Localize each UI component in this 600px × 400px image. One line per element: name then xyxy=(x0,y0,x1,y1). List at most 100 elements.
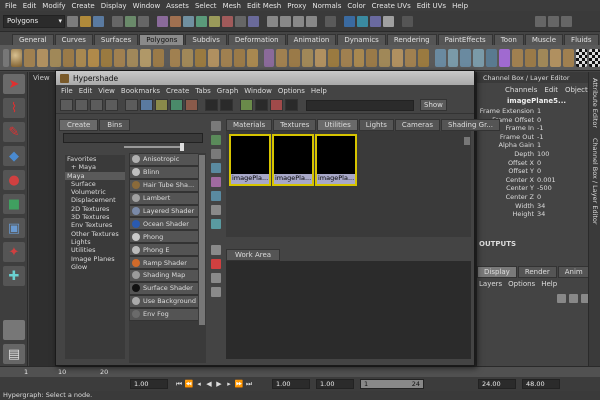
channel-attribute-row[interactable]: Center Y -500 xyxy=(477,184,588,193)
render-swatch-icon[interactable] xyxy=(270,99,283,111)
channel-attribute-value[interactable]: 0 xyxy=(537,159,541,168)
tab-icon-9[interactable] xyxy=(211,245,221,255)
scale-tool-icon[interactable]: ■ xyxy=(3,194,25,214)
checker-icon[interactable] xyxy=(576,48,588,67)
show-both-tabs-icon[interactable] xyxy=(105,99,118,111)
separate-icon[interactable] xyxy=(182,48,194,67)
input-connections-icon[interactable] xyxy=(170,99,183,111)
extrude-icon[interactable] xyxy=(276,48,288,67)
poly-platonic-icon[interactable] xyxy=(152,48,164,67)
hypershade-tab-lights[interactable]: Lights xyxy=(358,119,394,131)
hypershade-menu-tabs[interactable]: Tabs xyxy=(195,87,211,95)
move-layer-up-icon[interactable] xyxy=(557,294,566,303)
create-tab-bins[interactable]: Bins xyxy=(99,119,131,131)
select-hierarchy-icon[interactable] xyxy=(112,15,123,27)
hypershade-icon[interactable] xyxy=(383,15,394,27)
layer-tab-display[interactable]: Display xyxy=(477,266,517,278)
tab-icon-6[interactable] xyxy=(211,191,221,201)
split-slider-knob[interactable] xyxy=(180,143,184,151)
uv-editor-icon[interactable] xyxy=(486,48,497,67)
channel-box-menu-channels[interactable]: Channels xyxy=(505,86,537,94)
main-menu-item-edit-mesh[interactable]: Edit Mesh xyxy=(244,2,284,10)
main-menu-item-create[interactable]: Create xyxy=(68,2,97,10)
shelf-tab-general[interactable]: General xyxy=(12,34,54,45)
tree-item[interactable]: Env Textures xyxy=(65,221,125,229)
layer-tab-render[interactable]: Render xyxy=(517,266,557,278)
show-manipulator-icon[interactable]: ✚ xyxy=(3,266,25,286)
poly-plane-icon[interactable] xyxy=(62,48,74,67)
open-scene-icon[interactable] xyxy=(80,15,91,27)
mirror-icon[interactable] xyxy=(263,48,275,67)
select-object-icon[interactable] xyxy=(125,15,136,27)
mask-curves-icon[interactable] xyxy=(183,15,194,27)
hypershade-menu-window[interactable]: Window xyxy=(244,87,272,95)
channel-attribute-value[interactable]: 0 xyxy=(537,116,541,125)
image-plane-swatch[interactable]: imagePla... xyxy=(272,134,314,186)
swatch-options-icon[interactable] xyxy=(285,99,298,111)
channel-attribute-value[interactable]: 100 xyxy=(537,150,549,159)
inner-start-field[interactable]: 1.00 xyxy=(272,379,310,389)
poly-torus-icon[interactable] xyxy=(75,48,87,67)
step-forward-frame-icon[interactable]: ▸ xyxy=(224,379,234,389)
lasso-tool-icon[interactable]: ⌇ xyxy=(3,98,25,118)
tree-item[interactable]: Other Textures xyxy=(65,230,125,238)
create-node-button[interactable]: Anisotropic xyxy=(129,153,205,166)
mask-surfaces-icon[interactable] xyxy=(196,15,207,27)
create-node-button[interactable]: Phong E xyxy=(129,243,205,257)
hypershade-menu-create[interactable]: Create xyxy=(166,87,189,95)
create-node-button[interactable]: Hair Tube Sha... xyxy=(129,178,205,192)
attribute-editor-side-tab[interactable]: Attribute Editor xyxy=(591,78,599,128)
channel-attribute-value[interactable]: 1 xyxy=(537,107,541,116)
triangulate-icon[interactable] xyxy=(550,48,562,67)
mask-dynamics-icon[interactable] xyxy=(222,15,233,27)
extract-icon[interactable] xyxy=(195,48,207,67)
create-node-button[interactable]: Phong xyxy=(129,230,205,244)
range-end-field[interactable]: 24.00 xyxy=(478,379,516,389)
channel-box-menu-edit[interactable]: Edit xyxy=(544,86,558,94)
shelf-tab-toon[interactable]: Toon xyxy=(493,34,524,45)
swatches-scroll-thumb[interactable] xyxy=(464,137,470,145)
universal-manipulator-icon[interactable]: ▣ xyxy=(3,218,25,238)
step-back-frame-icon[interactable]: ◂ xyxy=(194,379,204,389)
tab-icon-3[interactable] xyxy=(211,149,221,159)
layer-menu-options[interactable]: Options xyxy=(508,280,535,288)
channel-attribute-row[interactable]: Depth 100 xyxy=(477,150,588,159)
split-slider[interactable] xyxy=(119,141,184,153)
channel-attribute-value[interactable]: 34 xyxy=(537,210,545,219)
shelf-tab-painteffects[interactable]: PaintEffects xyxy=(437,34,493,45)
bevel-icon[interactable] xyxy=(366,48,378,67)
tab-icon-7[interactable] xyxy=(211,205,221,215)
poly-prism-icon[interactable] xyxy=(88,48,100,67)
shelf-tab-muscle[interactable]: Muscle xyxy=(524,34,564,45)
create-node-button[interactable]: Env Fog xyxy=(129,307,205,321)
hypershade-menu-edit[interactable]: Edit xyxy=(79,87,93,95)
insert-edge-loop-icon[interactable] xyxy=(340,48,352,67)
channel-attribute-value[interactable]: 0 xyxy=(537,167,541,176)
channel-attribute-value[interactable]: -500 xyxy=(537,184,552,193)
offset-edge-loop-icon[interactable] xyxy=(353,48,365,67)
tree-item[interactable]: Volumetric xyxy=(65,188,125,196)
shelf-tab-animation[interactable]: Animation xyxy=(286,34,337,45)
tree-item[interactable]: 2D Textures xyxy=(65,205,125,213)
cylindrical-mapping-icon[interactable] xyxy=(447,48,459,67)
create-node-button[interactable]: Ramp Shader xyxy=(129,256,205,270)
small-swatches-icon[interactable] xyxy=(255,99,268,111)
mask-rendering-icon[interactable] xyxy=(235,15,246,27)
shelf-tab-deformation[interactable]: Deformation xyxy=(227,34,286,45)
go-to-start-icon[interactable]: ⏮ xyxy=(174,379,184,389)
shelf-tab-polygons[interactable]: Polygons xyxy=(139,34,185,45)
main-menu-item-display[interactable]: Display xyxy=(98,2,130,10)
graph-materials-icon[interactable] xyxy=(140,99,153,111)
rearrange-graph-icon[interactable] xyxy=(205,99,218,111)
channel-attribute-row[interactable]: Alpha Gain 1 xyxy=(477,141,588,150)
render-settings-icon[interactable] xyxy=(370,15,381,27)
channel-attribute-value[interactable]: 34 xyxy=(537,202,545,211)
difference-icon[interactable] xyxy=(233,48,245,67)
create-node-button[interactable]: Use Background xyxy=(129,294,205,308)
channel-attribute-row[interactable]: Width 34 xyxy=(477,202,588,211)
hypershade-menu-view[interactable]: View xyxy=(98,87,115,95)
select-tool-icon[interactable]: ➤ xyxy=(3,74,25,94)
tab-icon-8[interactable] xyxy=(211,219,221,229)
toggle-channel-box-icon[interactable] xyxy=(535,15,546,27)
fill-hole-icon[interactable] xyxy=(314,48,326,67)
